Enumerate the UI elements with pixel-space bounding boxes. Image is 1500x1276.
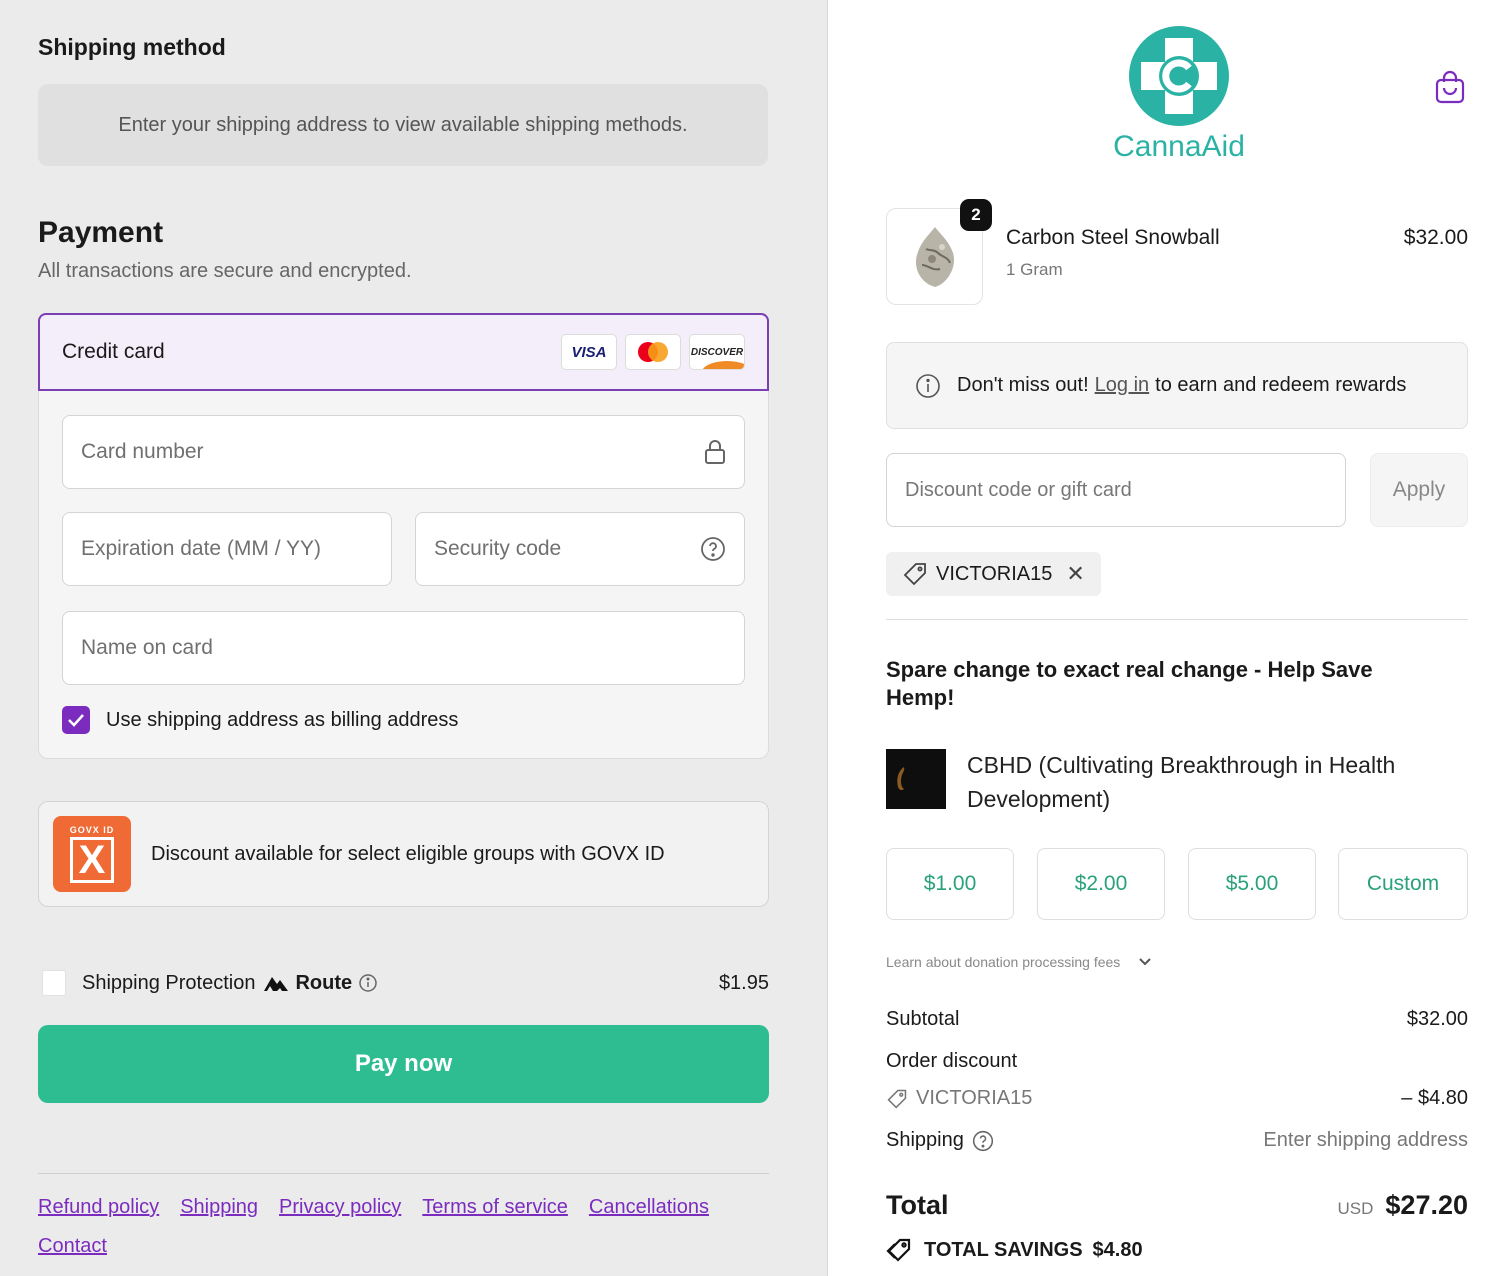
security-code-placeholder: Security code — [434, 537, 562, 560]
product-image — [915, 226, 954, 287]
product-price: $32.00 — [1403, 226, 1468, 249]
shopping-bag-icon[interactable] — [1434, 70, 1466, 109]
refund-policy-link[interactable]: Refund policy — [38, 1196, 159, 1219]
credit-card-label: Credit card — [62, 340, 165, 363]
quantity-badge: 2 — [960, 199, 992, 231]
cannaaid-logo[interactable]: CannaAid — [1109, 24, 1249, 164]
savings-tag-icon — [886, 1238, 911, 1262]
name-on-card-field[interactable]: Name on card — [62, 611, 745, 685]
discount-code-input[interactable]: Discount code or gift card — [886, 453, 1346, 527]
total-label: Total — [886, 1190, 949, 1220]
donation-fees-label: Learn about donation processing fees — [886, 954, 1121, 970]
visa-logo: VISA — [561, 334, 617, 370]
govx-logo-text: GOVX ID — [69, 825, 115, 835]
info-icon — [915, 373, 941, 399]
shipping-protection-price: $1.95 — [718, 971, 769, 994]
shipping-policy-link[interactable]: Shipping — [180, 1196, 258, 1219]
discount-code-placeholder: Discount code or gift card — [905, 478, 1132, 501]
route-logo-icon — [264, 977, 289, 991]
name-on-card-placeholder: Name on card — [81, 636, 213, 659]
shipping-label: Shipping — [886, 1129, 964, 1151]
chevron-down-icon — [1138, 957, 1152, 967]
help-circle-icon — [972, 1130, 993, 1151]
donation-cause-image — [886, 749, 946, 809]
security-code-field[interactable]: Security code — [415, 512, 745, 586]
donate-1-button[interactable]: $1.00 — [886, 848, 1014, 920]
tag-icon — [887, 1089, 907, 1109]
payment-subtitle: All transactions are secure and encrypte… — [38, 260, 412, 282]
lock-icon — [704, 439, 726, 465]
govx-id-logo: GOVX ID X — [53, 816, 131, 892]
footer-links: Refund policy Shipping Privacy policy Te… — [38, 1196, 769, 1258]
discount-code-row: VICTORIA15 – $4.80 — [886, 1087, 1468, 1110]
govx-discount-text: Discount available for select eligible g… — [151, 842, 665, 865]
total-savings-label: TOTAL SAVINGS — [924, 1238, 1083, 1261]
billing-checkbox[interactable] — [62, 706, 90, 734]
product-variant: 1 Gram — [1006, 260, 1063, 279]
order-discount-row: Order discount — [886, 1050, 1468, 1073]
product-name: Carbon Steel Snowball — [1006, 226, 1220, 249]
govx-discount-banner[interactable]: GOVX ID X Discount available for select … — [38, 801, 769, 907]
shipping-protection-row[interactable]: Shipping Protection Route $1.95 — [42, 970, 769, 996]
pay-now-button[interactable]: Pay now — [38, 1025, 769, 1103]
rewards-prefix: Don't miss out! — [957, 374, 1089, 396]
route-brand-name: Route — [295, 971, 353, 994]
remove-discount-icon[interactable]: ✕ — [1066, 561, 1084, 587]
order-discount-label: Order discount — [886, 1050, 1018, 1072]
checkout-form-panel: Shipping method Enter your shipping addr… — [0, 0, 828, 1276]
donate-5-button[interactable]: $5.00 — [1188, 848, 1316, 920]
applied-discount-code: VICTORIA15 — [936, 562, 1053, 585]
cancellations-link[interactable]: Cancellations — [589, 1196, 709, 1219]
info-icon — [359, 974, 377, 992]
total-amount: $27.20 — [1385, 1190, 1468, 1220]
brand-name: CannaAid — [1113, 130, 1245, 163]
donate-2-button[interactable]: $2.00 — [1037, 848, 1165, 920]
total-row: Total USD $27.20 — [886, 1190, 1468, 1221]
footer-divider — [38, 1173, 769, 1174]
shipping-protection-checkbox[interactable] — [42, 970, 66, 996]
expiration-date-field[interactable]: Expiration date (MM / YY) — [62, 512, 392, 586]
contact-link[interactable]: Contact — [38, 1235, 107, 1258]
rewards-suffix: to earn and redeem rewards — [1155, 374, 1407, 396]
shipping-value: Enter shipping address — [1263, 1129, 1468, 1151]
billing-checkbox-label: Use shipping address as billing address — [106, 708, 459, 731]
expiration-placeholder: Expiration date (MM / YY) — [81, 537, 322, 560]
rewards-banner: Don't miss out! Log in to earn and redee… — [886, 342, 1468, 429]
help-circle-icon[interactable] — [700, 536, 726, 562]
discount-amount: – $4.80 — [1401, 1087, 1468, 1109]
currency-code: USD — [1337, 1199, 1374, 1218]
shipping-method-heading: Shipping method — [38, 34, 226, 60]
subtotal-label: Subtotal — [886, 1008, 960, 1030]
order-summary-panel: CannaAid 2 Carbon Steel Snowball 1 Gram … — [829, 0, 1500, 1276]
billing-address-toggle[interactable]: Use shipping address as billing address — [62, 706, 458, 734]
applied-discount-tag: VICTORIA15 ✕ — [886, 552, 1101, 596]
summary-discount-code: VICTORIA15 — [916, 1087, 1033, 1109]
donation-title: Spare change to exact real change - Help… — [886, 657, 1373, 710]
cannaaid-cross-icon — [1129, 26, 1229, 126]
terms-of-service-link[interactable]: Terms of service — [422, 1196, 568, 1219]
shipping-method-notice: Enter your shipping address to view avai… — [38, 84, 768, 166]
govx-x-icon: X — [69, 837, 115, 883]
summary-divider — [886, 619, 1468, 620]
donate-custom-button[interactable]: Custom — [1338, 848, 1468, 920]
total-savings-amount: $4.80 — [1092, 1238, 1143, 1261]
credit-card-option[interactable]: Credit card VISA DISCOVER — [38, 313, 769, 391]
login-link[interactable]: Log in — [1095, 374, 1150, 397]
subtotal-row: Subtotal $32.00 — [886, 1008, 1468, 1031]
discover-logo: DISCOVER — [689, 334, 745, 370]
route-brand: Route — [263, 972, 378, 995]
total-savings-row: TOTAL SAVINGS $4.80 — [886, 1238, 1143, 1262]
shipping-protection-label: Shipping Protection — [82, 971, 256, 994]
apply-discount-button[interactable]: Apply — [1370, 453, 1468, 527]
privacy-policy-link[interactable]: Privacy policy — [279, 1196, 401, 1219]
subtotal-value: $32.00 — [1406, 1008, 1468, 1030]
donation-cause-name: CBHD (Cultivating Breakthrough in Health… — [967, 752, 1396, 812]
tag-icon — [903, 563, 926, 586]
shipping-row: Shipping Enter shipping address — [886, 1129, 1468, 1152]
card-number-field[interactable]: Card number — [62, 415, 745, 489]
card-number-placeholder: Card number — [81, 440, 204, 463]
mastercard-logo — [625, 334, 681, 370]
donation-fees-toggle[interactable]: Learn about donation processing fees — [886, 954, 1152, 970]
payment-heading: Payment — [38, 216, 164, 249]
